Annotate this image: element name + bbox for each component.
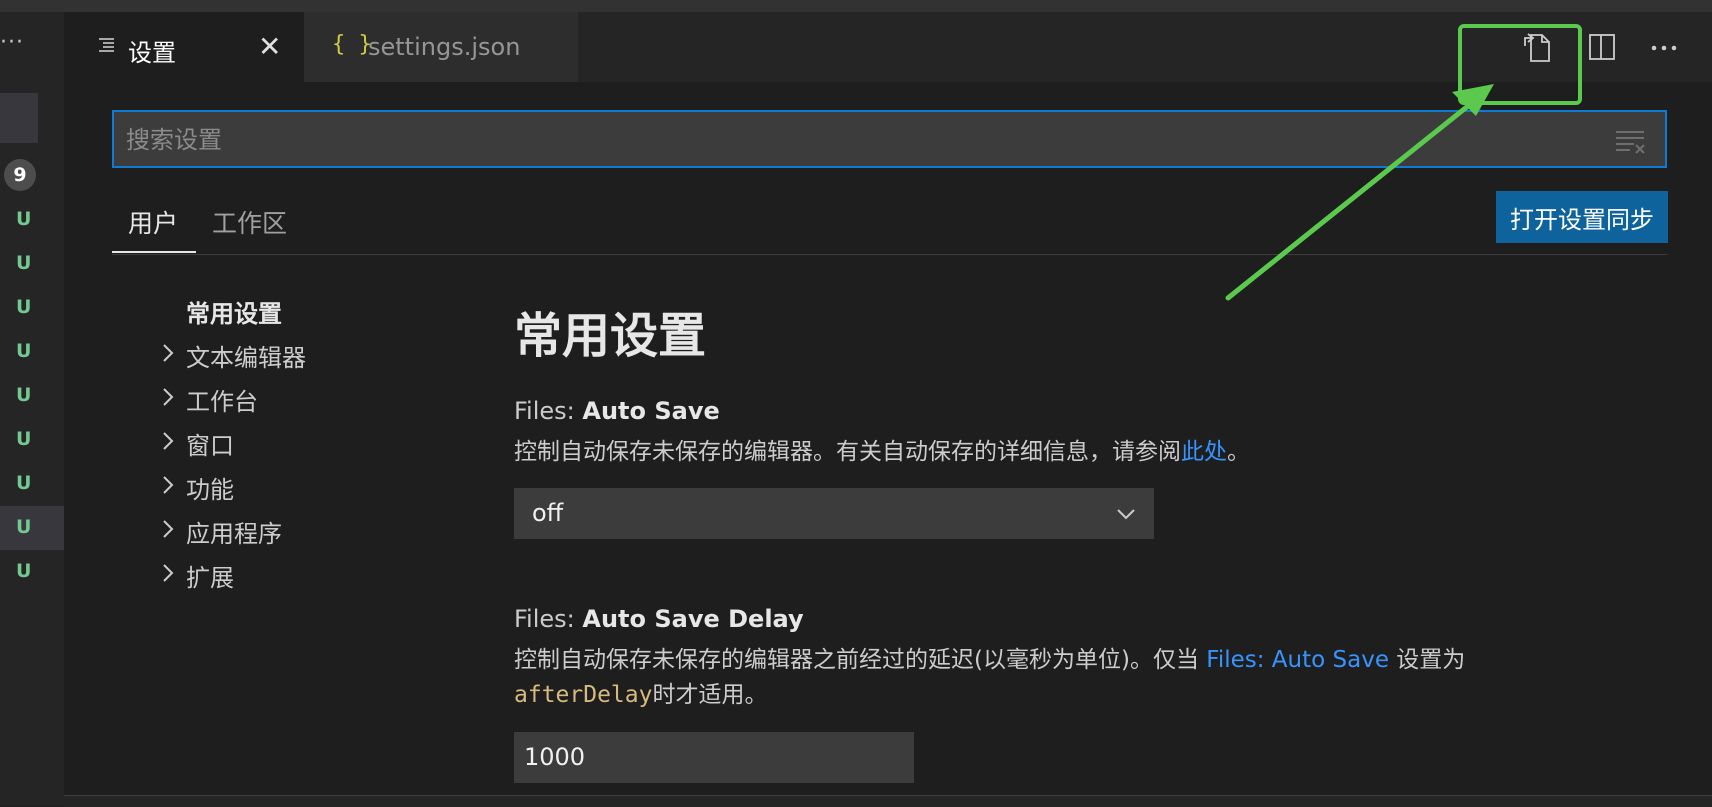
selected-list-item[interactable] bbox=[0, 93, 38, 143]
toc-item-label: 扩展 bbox=[186, 564, 234, 592]
tab-settings-label: 设置 bbox=[128, 39, 176, 67]
untracked-status: U bbox=[16, 296, 32, 318]
toc-item-label: 常用设置 bbox=[186, 300, 282, 328]
toc-item-label: 窗口 bbox=[186, 432, 234, 460]
clear-filter-icon[interactable] bbox=[1614, 127, 1646, 155]
setting-reference-link[interactable]: Files: Auto Save bbox=[1206, 647, 1389, 673]
description-text: 设置为 bbox=[1388, 647, 1466, 673]
setting-title-auto-save-delay: Files: Auto Save Delay bbox=[514, 605, 804, 633]
auto-save-delay-input[interactable]: 1000 bbox=[514, 732, 914, 783]
json-braces-icon: { } bbox=[332, 32, 372, 57]
setting-description-auto-save: 控制自动保存未保存的编辑器。有关自动保存的详细信息，请参阅此处。 bbox=[514, 435, 1614, 470]
code-value: afterDelay bbox=[514, 682, 653, 708]
turn-on-settings-sync-button[interactable]: 打开设置同步 bbox=[1496, 191, 1668, 243]
untracked-status: U bbox=[16, 208, 32, 230]
chevron-right-icon bbox=[163, 564, 174, 582]
input-value: 1000 bbox=[524, 743, 586, 771]
auto-save-select[interactable]: off bbox=[514, 488, 1154, 539]
toc-item-label: 工作台 bbox=[186, 388, 258, 416]
annotation-highlight-box bbox=[1458, 24, 1582, 105]
description-text: 控制自动保存未保存的编辑器。有关自动保存的详细信息，请参阅 bbox=[514, 439, 1181, 465]
chevron-down-icon bbox=[1117, 509, 1135, 520]
setting-category: Files: bbox=[514, 397, 583, 425]
active-tab-indicator bbox=[112, 251, 196, 253]
untracked-status: U bbox=[16, 472, 32, 494]
setting-name: Auto Save bbox=[582, 397, 720, 425]
untracked-status: U bbox=[16, 384, 32, 406]
untracked-status: U bbox=[16, 560, 32, 582]
setting-category: Files: bbox=[514, 605, 583, 633]
chevron-right-icon bbox=[163, 520, 174, 538]
search-input[interactable] bbox=[124, 122, 1588, 158]
setting-description-auto-save-delay: 控制自动保存未保存的编辑器之前经过的延迟(以毫秒为单位)。仅当 Files: A… bbox=[514, 643, 1614, 713]
untracked-status: U bbox=[16, 428, 32, 450]
toc-item-label: 文本编辑器 bbox=[186, 344, 306, 372]
title-bar bbox=[0, 0, 1712, 12]
setting-name: Auto Save Delay bbox=[582, 605, 804, 633]
more-actions-icon[interactable] bbox=[1650, 44, 1678, 52]
close-icon[interactable]: ✕ bbox=[258, 30, 281, 63]
toc-item-label: 应用程序 bbox=[186, 520, 282, 548]
tab-workspace[interactable]: 工作区 bbox=[212, 204, 287, 240]
divider bbox=[112, 254, 1667, 255]
tab-settings-json[interactable]: { } settings.json bbox=[304, 12, 578, 82]
description-text: 。 bbox=[1227, 439, 1250, 465]
more-icon[interactable]: ··· bbox=[0, 30, 24, 55]
learn-more-link[interactable]: 此处 bbox=[1181, 439, 1227, 465]
description-text: 控制自动保存未保存的编辑器之前经过的延迟(以毫秒为单位)。仅当 bbox=[514, 647, 1207, 673]
split-editor-icon[interactable] bbox=[1588, 33, 1616, 61]
tab-user[interactable]: 用户 bbox=[128, 204, 178, 240]
untracked-status: U bbox=[16, 252, 32, 274]
select-value: off bbox=[532, 499, 564, 527]
settings-lines-icon bbox=[99, 38, 114, 52]
chevron-right-icon bbox=[163, 476, 174, 494]
description-text: 时才适用。 bbox=[652, 682, 768, 708]
setting-title-auto-save: Files: Auto Save bbox=[514, 397, 720, 425]
panel-border bbox=[64, 795, 1712, 807]
chevron-right-icon bbox=[163, 388, 174, 406]
section-title: 常用设置 bbox=[514, 308, 707, 364]
chevron-right-icon bbox=[163, 432, 174, 450]
chevron-right-icon bbox=[163, 344, 174, 362]
untracked-status: U bbox=[16, 516, 32, 538]
changes-count-badge: 9 bbox=[4, 159, 36, 191]
settings-search-box[interactable] bbox=[112, 110, 1667, 168]
toc-item-label: 功能 bbox=[186, 476, 234, 504]
untracked-status: U bbox=[16, 340, 32, 362]
tab-settings[interactable]: 设置 ✕ bbox=[64, 12, 304, 82]
tab-settings-json-label: settings.json bbox=[368, 33, 521, 61]
